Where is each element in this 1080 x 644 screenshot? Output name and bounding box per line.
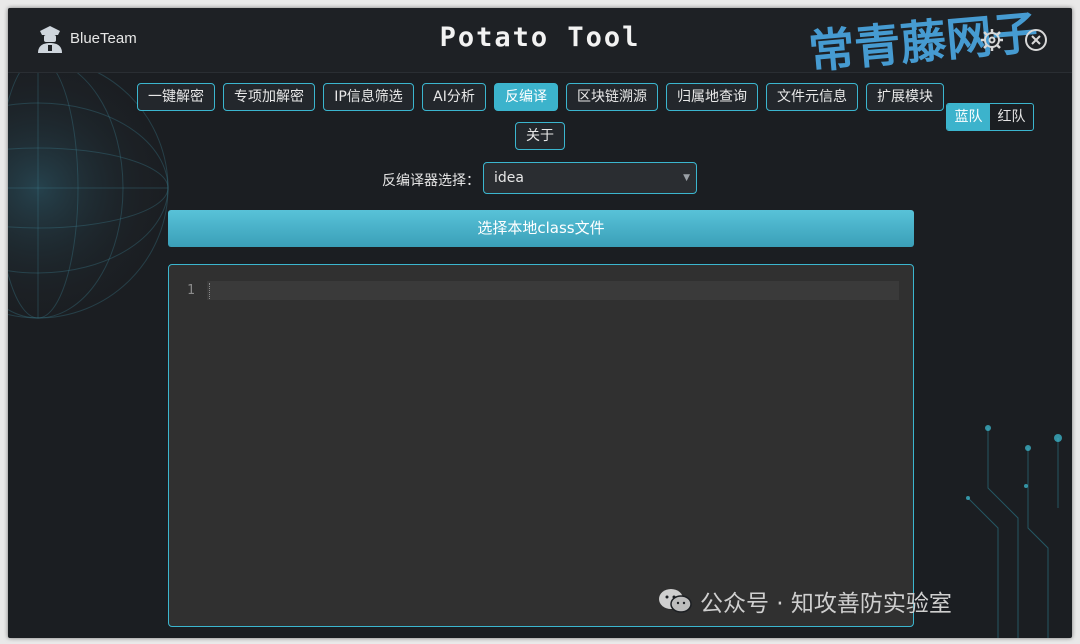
close-icon[interactable] bbox=[1024, 28, 1048, 52]
team-toggle: 蓝队 红队 bbox=[946, 103, 1034, 131]
gear-icon[interactable] bbox=[980, 28, 1004, 52]
app-window: BlueTeam Potato Tool 常青藤网子 一键解密 专项加解密 IP… bbox=[8, 8, 1072, 638]
circuit-background-decoration bbox=[966, 425, 1062, 638]
decompiler-label: 反编译器选择： bbox=[382, 173, 480, 189]
tab-special-crypto[interactable]: 专项加解密 bbox=[223, 83, 315, 111]
tab-ip-filter[interactable]: IP信息筛选 bbox=[323, 83, 414, 111]
wechat-icon bbox=[659, 589, 692, 613]
tab-blockchain-trace[interactable]: 区块链溯源 bbox=[566, 83, 658, 111]
tab-one-click-decrypt[interactable]: 一键解密 bbox=[137, 83, 215, 111]
tab-ai-analysis[interactable]: AI分析 bbox=[422, 83, 486, 111]
title-bar: BlueTeam Potato Tool 常青藤网子 bbox=[8, 8, 1072, 79]
line-number: 1 bbox=[187, 283, 195, 298]
watermark-account-name: 公众号 · 知攻善防实验室 bbox=[700, 591, 952, 617]
tab-location-query[interactable]: 归属地查询 bbox=[666, 83, 758, 111]
text-cursor bbox=[209, 283, 211, 299]
wechat-watermark: 公众号 · 知攻善防实验室 bbox=[658, 584, 952, 618]
select-class-file-button[interactable]: 选择本地class文件 bbox=[168, 210, 914, 247]
code-editor[interactable]: 1 bbox=[168, 264, 914, 627]
decompiler-select[interactable]: idea ▼ bbox=[483, 162, 697, 194]
chevron-down-icon: ▼ bbox=[683, 173, 690, 183]
tab-about[interactable]: 关于 bbox=[515, 122, 565, 150]
current-line-highlight bbox=[207, 281, 899, 300]
tab-file-metadata[interactable]: 文件元信息 bbox=[766, 83, 858, 111]
blue-team-toggle[interactable]: 蓝队 bbox=[947, 104, 990, 130]
tab-extension-modules[interactable]: 扩展模块 bbox=[866, 83, 944, 111]
red-team-toggle[interactable]: 红队 bbox=[990, 104, 1033, 130]
decompiler-select-value: idea bbox=[494, 170, 524, 186]
tab-decompile[interactable]: 反编译 bbox=[494, 83, 558, 111]
watermark-text: 常青藤网子 bbox=[806, 8, 1041, 79]
